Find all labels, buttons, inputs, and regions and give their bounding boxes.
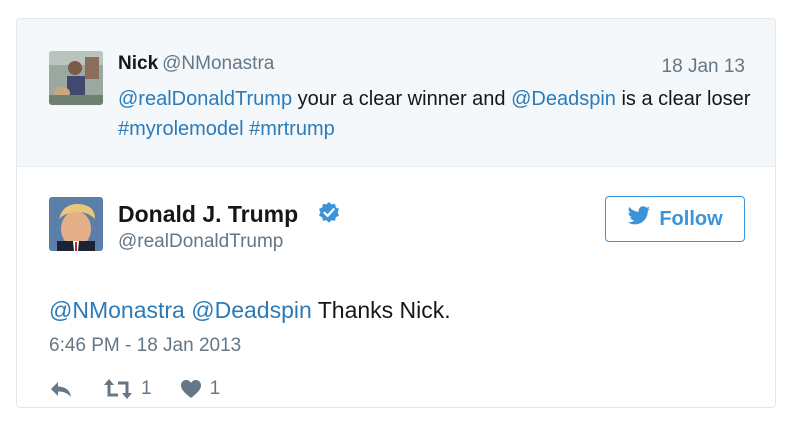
reply-icon — [49, 379, 73, 399]
heart-icon — [180, 379, 202, 399]
tweet-actions: 1 1 — [49, 377, 220, 401]
twitter-bird-icon — [627, 206, 651, 232]
mention-link[interactable]: @realDonaldTrump — [118, 88, 292, 110]
retweet-button[interactable]: 1 — [103, 378, 152, 400]
mention-link[interactable]: @Deadspin — [191, 297, 312, 323]
follow-button-label: Follow — [659, 207, 723, 230]
like-count: 1 — [209, 378, 221, 399]
text-segment: is a clear loser — [615, 88, 751, 110]
retweet-count: 1 — [141, 378, 152, 399]
verified-badge-icon — [317, 201, 341, 225]
reply-context-author[interactable]: Nick @NMonastra — [118, 53, 274, 75]
reply-button[interactable] — [49, 379, 73, 399]
reply-context-text: @realDonaldTrump your a clear winner and… — [118, 84, 758, 144]
hashtag-link[interactable]: #myrolemodel — [118, 118, 244, 140]
like-button[interactable]: 1 — [180, 378, 221, 400]
reply-context-user-handle[interactable]: @NMonastra — [162, 53, 274, 74]
author-name[interactable]: Donald J. Trump — [118, 201, 298, 228]
in-reply-to-tweet[interactable]: Nick @NMonastra 18 Jan 13 @realDonaldTrum… — [17, 19, 775, 167]
embedded-tweet-card: Nick @NMonastra 18 Jan 13 @realDonaldTrum… — [16, 18, 776, 408]
retweet-icon — [103, 378, 133, 400]
tweet-text: @NMonastra @Deadspin Thanks Nick. — [49, 297, 451, 324]
tweet-timestamp[interactable]: 6:46 PM - 18 Jan 2013 — [49, 335, 241, 357]
author-handle[interactable]: @realDonaldTrump — [118, 231, 283, 253]
nick-avatar[interactable] — [49, 51, 103, 105]
hashtag-link[interactable]: #mrtrump — [249, 118, 335, 140]
follow-button[interactable]: Follow — [605, 196, 745, 242]
mention-link[interactable]: @NMonastra — [49, 297, 185, 323]
reply-context-user-name[interactable]: Nick — [118, 53, 158, 74]
text-segment: Thanks Nick. — [311, 297, 451, 323]
mention-link[interactable]: @Deadspin — [511, 88, 616, 110]
main-tweet: Donald J. Trump @realDonaldTrump Follow … — [17, 167, 775, 407]
author-avatar[interactable] — [49, 197, 103, 251]
reply-context-date[interactable]: 18 Jan 13 — [662, 56, 745, 78]
text-segment: your a clear winner and — [292, 88, 512, 110]
